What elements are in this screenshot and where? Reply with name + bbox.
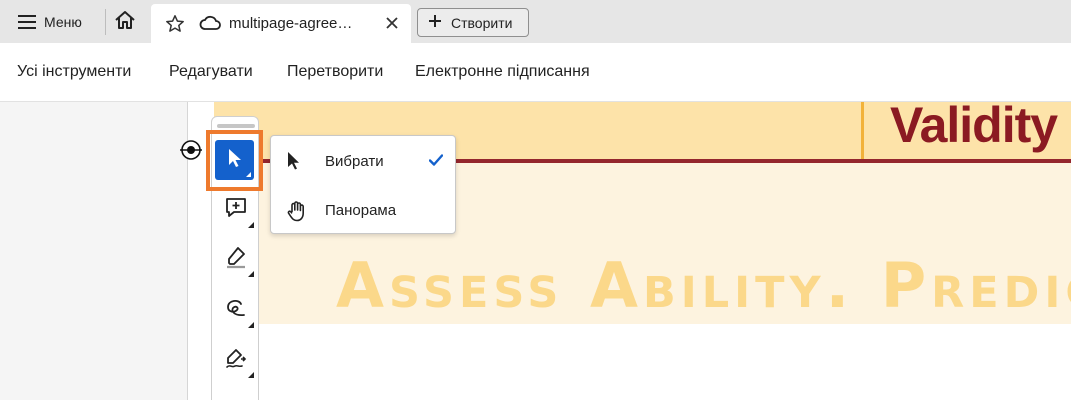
menu-item-convert[interactable]: Перетворити (287, 63, 383, 81)
dropdown-option-select[interactable]: Вибрати (271, 139, 455, 183)
highlight-tool[interactable] (221, 244, 254, 277)
dropdown-option-pan[interactable]: Панорама (271, 188, 455, 232)
menu-label: Меню (44, 14, 82, 30)
dropdown-option-label: Вибрати (325, 153, 384, 170)
home-icon (114, 10, 136, 35)
select-tool-dropdown: Вибрати Панорама (270, 135, 456, 234)
submenu-indicator (248, 271, 254, 277)
hamburger-icon (18, 15, 36, 29)
banner-slogan: Assess Ability. Predic (336, 249, 1071, 322)
freehand-draw-icon (224, 296, 248, 325)
cloud-icon (199, 15, 221, 36)
plus-icon (428, 14, 442, 31)
star-icon[interactable] (165, 14, 185, 39)
left-panel (0, 102, 188, 400)
menu-item-all-tools[interactable]: Усі інструменти (17, 63, 131, 81)
dropdown-option-label: Панорама (325, 202, 397, 219)
tab-bar: Меню multipage-agree… Створити (0, 0, 1071, 43)
submenu-indicator (248, 222, 254, 228)
submenu-indicator (248, 372, 254, 378)
submenu-indicator (248, 322, 254, 328)
checkmark-icon (428, 153, 444, 171)
rail-grip[interactable] (217, 124, 255, 128)
close-icon[interactable] (385, 16, 399, 35)
hand-pan-icon (286, 200, 308, 227)
menu-item-edit[interactable]: Редагувати (169, 63, 253, 81)
cursor-arrow-icon (226, 147, 244, 174)
header-divider (861, 102, 864, 159)
document-tab[interactable]: multipage-agree… (151, 4, 411, 43)
pen-sign-icon (224, 346, 248, 375)
menu-bar: Усі інструменти Редагувати Перетворити Е… (0, 43, 1071, 102)
select-tool[interactable] (215, 140, 254, 180)
create-button[interactable]: Створити (417, 8, 529, 37)
divider (105, 9, 106, 35)
crosshair-icon (180, 137, 202, 163)
cursor-arrow-icon (286, 151, 302, 176)
tab-title: multipage-agree… (229, 15, 353, 32)
add-comment-icon (224, 196, 248, 225)
header-word: Validity (890, 102, 1058, 153)
submenu-indicator (246, 172, 251, 177)
create-label: Створити (451, 14, 513, 31)
home-button[interactable] (112, 9, 138, 35)
menu-item-e-sign[interactable]: Електронне підписання (415, 63, 590, 81)
comment-tool[interactable] (221, 195, 254, 228)
highlighter-icon (224, 245, 248, 274)
draw-tool[interactable] (221, 295, 254, 328)
sign-tool[interactable] (221, 345, 254, 378)
menu-button[interactable]: Меню (8, 7, 92, 37)
